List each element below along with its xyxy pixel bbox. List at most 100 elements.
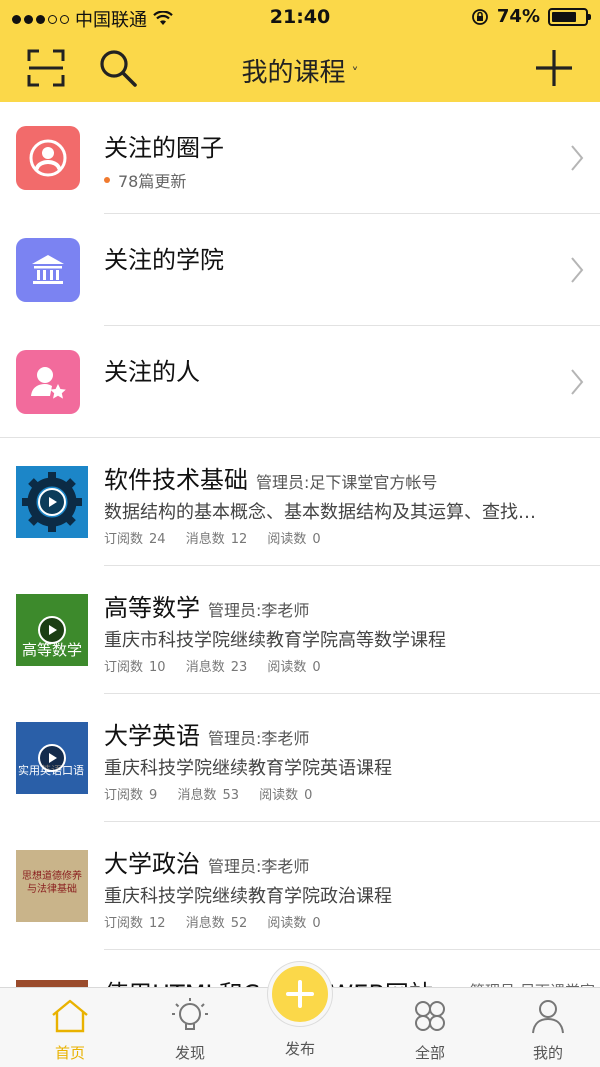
row-title: 关注的人: [104, 358, 200, 386]
course-item[interactable]: 实用英语口语 大学英语管理员:李老师 重庆科技学院继续教育学院英语课程 订阅数 9…: [0, 694, 600, 822]
messages-count: 12: [230, 532, 248, 547]
add-icon[interactable]: [532, 46, 576, 90]
course-description: 数据结构的基本概念、基本数据结构及其运算、查找…: [104, 502, 536, 523]
page-title-text: 我的课程: [241, 58, 346, 88]
course-name: 软件技术基础: [104, 466, 248, 494]
followed-colleges-row[interactable]: 关注的学院: [0, 214, 600, 326]
battery-icon: [548, 7, 591, 26]
chevron-right-icon: [571, 369, 584, 395]
subscriptions-count: 9: [149, 788, 158, 803]
play-icon: [38, 488, 66, 516]
course-stats: 订阅数 10 消息数 23 阅读数 0: [104, 656, 337, 675]
tab-label: 发现: [174, 1044, 205, 1062]
user-icon: [498, 994, 598, 1038]
course-title: 高等数学 管理员:李老师: [104, 588, 309, 623]
subscriptions-label: 订阅数: [104, 532, 144, 547]
reads-label: 阅读数: [267, 916, 307, 931]
divider: [104, 949, 600, 950]
course-cover: 高等数学: [16, 594, 88, 666]
course-item[interactable]: 高等数学 高等数学 管理员:李老师 重庆市科技学院继续教育学院高等数学课程 订阅数…: [0, 566, 600, 694]
course-description: 重庆科技学院继续教育学院英语课程: [104, 758, 392, 779]
tab-discover[interactable]: 发现: [140, 994, 240, 1063]
tab-home[interactable]: 首页: [20, 994, 120, 1063]
followed-colleges-icon-box: [16, 238, 80, 302]
building-icon: [32, 255, 64, 284]
course-cover: [16, 466, 88, 538]
nav-bar: 我的课程 ˅: [0, 34, 600, 102]
rotation-lock-icon: [472, 8, 488, 25]
course-admin: 管理员:足下课堂官方帐号: [256, 473, 438, 492]
cover-text: 思想道德修养与法律基础: [22, 871, 82, 895]
course-title: 大学英语 管理员:李老师: [104, 716, 309, 751]
course-admin: 管理员:李老师: [208, 857, 310, 876]
publish-label: 发布: [284, 1040, 315, 1058]
course-description: 重庆科技学院继续教育学院政治课程: [104, 886, 392, 907]
messages-label: 消息数: [185, 660, 225, 675]
subscriptions-count: 24: [149, 532, 166, 547]
tab-me[interactable]: 我的: [498, 994, 598, 1063]
course-admin: 管理员:李老师: [208, 601, 310, 620]
update-dot: [104, 177, 110, 183]
subscriptions-count: 10: [149, 660, 166, 675]
course-item[interactable]: 思想道德修养与法律基础 大学政治 管理员:李老师 重庆科技学院继续教育学院政治课程…: [0, 822, 600, 950]
tab-label: 全部: [414, 1044, 445, 1062]
course-list: 关注的圈子 78篇更新 关注的学院 关注的人 软件技术基础 管理员:足下课堂官方帐…: [0, 102, 600, 950]
course-cover: 思想道德修养与法律基础: [16, 850, 88, 922]
top-bar: 中国联通 21:40 74% 我的课程 ˅: [0, 0, 600, 102]
chevron-right-icon: [571, 145, 584, 171]
play-icon: [38, 744, 66, 772]
subscriptions-label: 订阅数: [104, 916, 144, 931]
lightbulb-icon: [140, 994, 240, 1038]
grid-icon: [380, 994, 480, 1038]
row-subtitle: 78篇更新: [104, 168, 186, 192]
plus-icon: [286, 980, 314, 1008]
chevron-down-icon: ˅: [351, 65, 359, 82]
course-description: 重庆市科技学院继续教育学院高等数学课程: [104, 630, 446, 651]
messages-count: 53: [222, 788, 239, 803]
course-stats: 订阅数 9 消息数 53 阅读数 0: [104, 784, 328, 803]
subscriptions-label: 订阅数: [104, 660, 144, 675]
tab-label: 首页: [54, 1044, 85, 1062]
course-name: 大学政治: [104, 850, 200, 878]
tab-bar: 首页 发现 发布 全部 我的: [0, 962, 600, 1067]
messages-count: 23: [230, 660, 248, 675]
course-cover: 实用英语口语: [16, 722, 88, 794]
course-title: 大学政治 管理员:李老师: [104, 844, 309, 879]
messages-label: 消息数: [177, 788, 217, 803]
course-item[interactable]: 软件技术基础 管理员:足下课堂官方帐号 数据结构的基本概念、基本数据结构及其运算、…: [0, 438, 600, 566]
messages-count: 52: [230, 916, 248, 931]
chevron-right-icon: [571, 257, 584, 283]
play-icon: [38, 616, 66, 644]
course-name: 高等数学: [104, 594, 200, 622]
reads-count: 0: [312, 532, 321, 547]
subscriptions-count: 12: [149, 916, 166, 931]
reads-label: 阅读数: [259, 788, 299, 803]
page-title[interactable]: 我的课程 ˅: [0, 52, 600, 89]
battery-percent: 74%: [496, 6, 540, 27]
tab-all[interactable]: 全部: [380, 994, 480, 1063]
update-count: 78篇更新: [118, 172, 187, 191]
circle-people-icon: [29, 139, 67, 177]
messages-label: 消息数: [185, 532, 225, 547]
course-stats: 订阅数 24 消息数 12 阅读数 0: [104, 528, 337, 547]
publish-button[interactable]: [268, 962, 332, 1026]
reads-count: 0: [312, 916, 321, 931]
course-name: 大学英语: [104, 722, 200, 750]
battery-group: 74%: [471, 6, 591, 27]
messages-label: 消息数: [185, 916, 225, 931]
reads-label: 阅读数: [267, 532, 307, 547]
home-icon: [20, 994, 120, 1038]
followed-circles-row[interactable]: 关注的圈子 78篇更新: [0, 102, 600, 214]
course-admin: 管理员:李老师: [208, 729, 310, 748]
course-stats: 订阅数 12 消息数 52 阅读数 0: [104, 912, 337, 931]
course-title: 软件技术基础 管理员:足下课堂官方帐号: [104, 460, 437, 495]
person-star-icon: [31, 367, 66, 399]
followed-circles-icon-box: [16, 126, 80, 190]
followed-people-icon-box: [16, 350, 80, 414]
status-bar: 中国联通 21:40 74%: [0, 0, 600, 34]
row-title: 关注的圈子: [104, 134, 224, 162]
followed-people-row[interactable]: 关注的人: [0, 326, 600, 438]
reads-count: 0: [312, 660, 321, 675]
row-title: 关注的学院: [104, 246, 224, 274]
tab-label: 我的: [532, 1044, 563, 1062]
